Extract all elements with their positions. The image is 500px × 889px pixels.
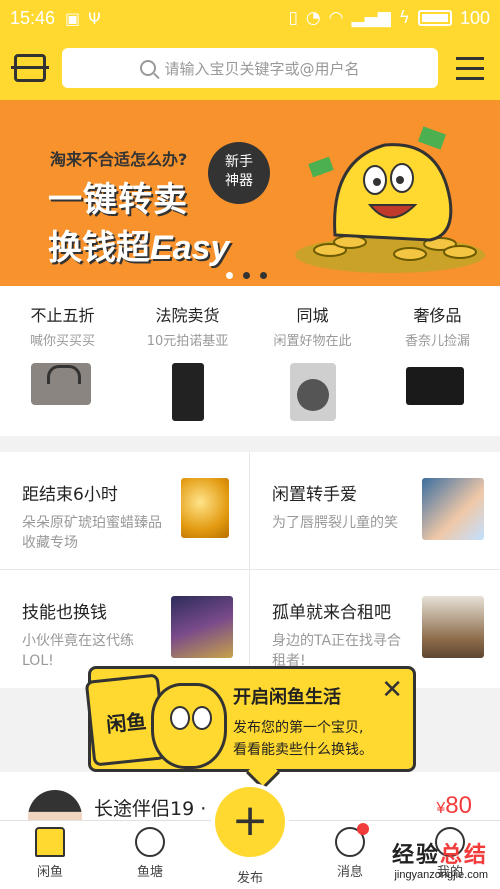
category-item-local[interactable]: 同城 闲置好物在此 [250, 286, 375, 436]
feature-subtitle: 朵朵原矿琥珀蜜蜡臻品收藏专场 [22, 515, 162, 551]
status-bar: 15:46 ▣ Ψ ▯ ◔ ◠ ▂▄▆ ϟ 100 [0, 0, 500, 36]
room-photo-image [422, 596, 484, 658]
tab-messages[interactable]: 消息 [300, 821, 400, 889]
status-time: 15:46 [10, 7, 56, 28]
banner-dot-3[interactable] [260, 272, 267, 279]
feature-subtitle: 小伙伴竟在这代练LOL! [22, 633, 134, 669]
popup-description: 发布您的第一个宝贝, 看看能卖些什么换钱。 [233, 720, 373, 758]
banner-headline: 一键转卖 [48, 180, 188, 220]
category-title: 法院卖货 [155, 306, 220, 325]
onboarding-popup[interactable]: 闲鱼 开启闲鱼生活 发布您的第一个宝贝, 看看能卖些什么换钱。 ✕ [84, 666, 416, 790]
status-right: ▯ ◔ ◠ ▂▄▆ ϟ 100 [288, 8, 490, 29]
search-icon [140, 60, 157, 76]
tab-label: 闲鱼 [36, 865, 63, 880]
message-icon [335, 823, 369, 857]
wifi-icon: ◠ [328, 8, 344, 28]
feature-subtitle: 为了唇腭裂儿童的笑 [272, 515, 398, 531]
plus-icon[interactable]: + [215, 787, 285, 857]
category-row: 不止五折 喊你买买买 法院卖货 10元拍诺基亚 同城 闲置好物在此 奢侈品 香奈… [0, 286, 500, 436]
site-watermark: 经验总结 jingyanzongjie.com [391, 843, 488, 881]
home-icon [35, 827, 65, 857]
pond-icon [135, 827, 165, 857]
app-screen: 15:46 ▣ Ψ ▯ ◔ ◠ ▂▄▆ ϟ 100 请输入宝贝关键字或@用户名 … [0, 0, 500, 889]
feed-item-price: ¥80 [436, 792, 472, 819]
search-input[interactable]: 请输入宝贝关键字或@用户名 [62, 48, 438, 88]
banner-dot-1[interactable] [226, 272, 233, 279]
washing-machine-image [281, 363, 345, 421]
category-title: 奢侈品 [413, 306, 462, 325]
category-subtitle: 10元拍诺基亚 [146, 334, 229, 349]
child-photo-image [422, 478, 484, 540]
tab-publish[interactable]: + 发布 [200, 787, 300, 889]
feed-item-title: 长途伴侣19 · [94, 798, 207, 820]
tab-pond[interactable]: 鱼塘 [100, 821, 200, 889]
feature-card-charity[interactable]: 闲置转手爱 为了唇腭裂儿童的笑 [250, 452, 500, 569]
feature-grid: 距结束6小时 朵朵原矿琥珀蜜蜡臻品收藏专场 闲置转手爱 为了唇腭裂儿童的笑 技能… [0, 452, 500, 688]
top-header: 请输入宝贝关键字或@用户名 [0, 36, 500, 100]
league-of-legends-image [171, 596, 233, 658]
banner-question: 淘来不合适怎么办? [50, 150, 188, 169]
feature-subtitle: 身边的TA正在找寻合租者! [272, 633, 402, 669]
category-title: 不止五折 [30, 306, 95, 325]
category-item-discount[interactable]: 不止五折 喊你买买买 [0, 286, 125, 436]
mascot-illustration [151, 683, 227, 769]
banner-mascot-illustration [295, 126, 485, 273]
category-title: 同城 [296, 306, 329, 325]
amber-image [181, 478, 229, 538]
handbag-image [30, 363, 95, 421]
category-item-court[interactable]: 法院卖货 10元拍诺基亚 [125, 286, 250, 436]
signal-icon: ▂▄▆ [351, 8, 391, 28]
tab-label: 发布 [236, 871, 263, 886]
banner-pagination [226, 272, 267, 279]
battery-level: 100 [459, 7, 490, 28]
tab-xianyu[interactable]: 闲鱼 [0, 821, 100, 889]
usb-icon: Ψ [88, 8, 101, 28]
category-subtitle: 闲置好物在此 [273, 334, 352, 349]
charging-icon: ϟ [398, 8, 410, 28]
feature-card-amber[interactable]: 距结束6小时 朵朵原矿琥珀蜜蜡臻品收藏专场 [0, 452, 249, 569]
image-icon: ▣ [65, 8, 81, 28]
tab-label: 消息 [336, 865, 363, 880]
menu-button[interactable] [456, 56, 484, 80]
search-placeholder: 请输入宝贝关键字或@用户名 [164, 59, 360, 78]
banner-subheadline: 换钱超Easy [48, 228, 230, 268]
category-item-luxury[interactable]: 奢侈品 香奈儿捡漏 [375, 286, 500, 436]
category-subtitle: 喊你买买买 [29, 334, 95, 349]
popup-title: 开启闲鱼生活 [233, 687, 341, 708]
alarm-icon: ◔ [305, 8, 321, 28]
tab-label: 鱼塘 [136, 865, 163, 880]
close-icon[interactable]: ✕ [381, 677, 403, 703]
banner-badge: 新手 神器 [208, 142, 270, 204]
category-subtitle: 香奈儿捡漏 [404, 334, 470, 349]
scan-button[interactable] [11, 54, 49, 82]
promo-banner[interactable]: 淘来不合适怎么办? 一键转卖 换钱超Easy 新手 神器 [0, 100, 500, 286]
vibrate-icon: ▯ [288, 8, 298, 28]
nokia-phone-image [156, 363, 220, 421]
chanel-bag-image [405, 367, 470, 425]
banner-dot-2[interactable] [243, 272, 250, 279]
battery-icon [417, 10, 452, 26]
